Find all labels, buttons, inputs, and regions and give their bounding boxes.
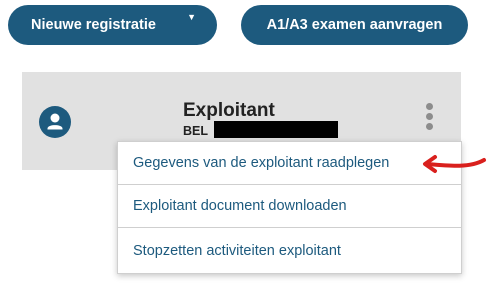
caret-down-icon: ▼ [187,12,196,22]
exam-request-button[interactable]: A1/A3 examen aanvragen [241,5,468,45]
person-icon [39,106,71,138]
new-registration-button[interactable]: Nieuwe registratie ▼ [8,5,217,45]
exam-request-label: A1/A3 examen aanvragen [266,17,443,33]
menu-item-download-document[interactable]: Exploitant document downloaden [118,185,461,228]
kebab-menu-icon[interactable] [423,103,435,137]
menu-item-stop-activities[interactable]: Stopzetten activiteiten exploitant [118,228,461,273]
red-arrow-icon [423,155,486,173]
actions-dropdown-menu: Gegevens van de exploitant raadplegen Ex… [117,141,462,274]
redaction-bar [214,121,338,138]
operator-id: BEL [183,124,208,138]
card-title: Exploitant [183,100,275,121]
menu-item-view-operator[interactable]: Gegevens van de exploitant raadplegen [118,142,461,185]
new-registration-label: Nieuwe registratie [31,17,156,33]
